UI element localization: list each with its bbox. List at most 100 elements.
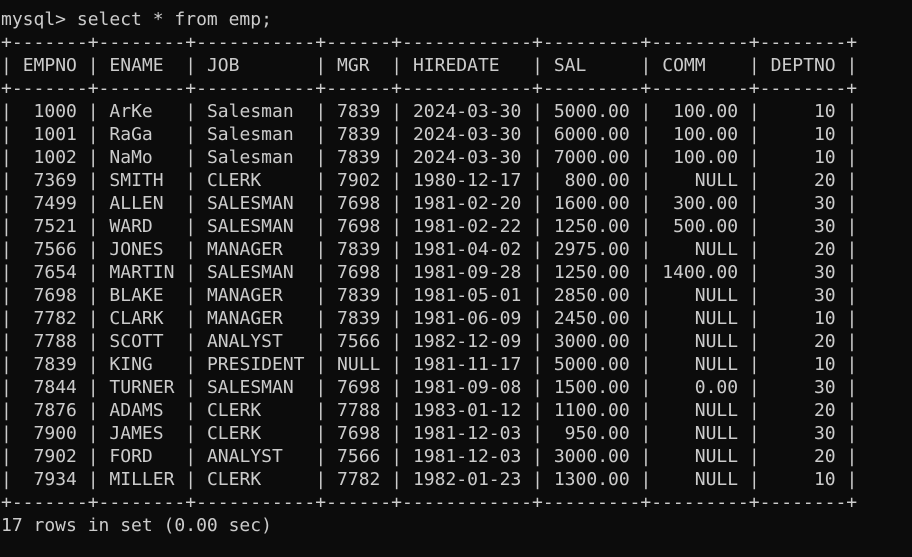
table-border: +-------+--------+-----------+------+---…	[1, 78, 858, 99]
cell-sal: 2450.00	[553, 308, 630, 329]
cell-job: SALESMAN	[206, 193, 305, 214]
table-row: | 7521 | WARD | SALESMAN | 7698 | 1981-0…	[1, 216, 858, 237]
cell-ename: SCOTT	[109, 331, 175, 352]
cell-deptno: 10	[770, 147, 836, 168]
cell-mgr: 7839	[337, 101, 381, 122]
cell-ename: NaMo	[109, 147, 175, 168]
cell-empno: 7902	[22, 446, 77, 467]
cell-hiredate: 1981-02-20	[412, 193, 522, 214]
cell-empno: 1002	[22, 147, 77, 168]
cell-comm: 500.00	[662, 216, 739, 237]
cell-job: CLERK	[206, 400, 305, 421]
cell-empno: 7369	[22, 170, 77, 191]
cell-hiredate: 1982-01-23	[412, 469, 522, 490]
cell-ename: FORD	[109, 446, 175, 467]
cell-ename: SMITH	[109, 170, 175, 191]
cell-comm: NULL	[662, 331, 739, 352]
cell-empno: 7934	[22, 469, 77, 490]
cell-comm: 100.00	[662, 101, 739, 122]
cell-mgr: 7566	[337, 331, 381, 352]
cell-sal: 1500.00	[553, 377, 630, 398]
cell-hiredate: 1980-12-17	[412, 170, 522, 191]
table-row: | 7900 | JAMES | CLERK | 7698 | 1981-12-…	[1, 423, 858, 444]
command-line: mysql> select * from emp;	[1, 8, 912, 31]
table-row: | 7876 | ADAMS | CLERK | 7788 | 1983-01-…	[1, 400, 858, 421]
cell-job: MANAGER	[206, 239, 305, 260]
table-border: +-------+--------+-----------+------+---…	[1, 32, 858, 53]
cell-ename: ArKe	[109, 101, 175, 122]
column-header-hiredate: HIREDATE	[412, 55, 522, 76]
cell-deptno: 20	[770, 400, 836, 421]
cell-deptno: 30	[770, 216, 836, 237]
cell-empno: 7900	[22, 423, 77, 444]
terminal-window[interactable]: mysql> select * from emp; +-------+-----…	[0, 0, 912, 557]
cell-empno: 7839	[22, 354, 77, 375]
cell-job: Salesman	[206, 147, 305, 168]
table-row: | 1001 | RaGa | Salesman | 7839 | 2024-0…	[1, 124, 858, 145]
cell-mgr: 7839	[337, 308, 381, 329]
command-text: select * from emp;	[76, 9, 272, 30]
cell-mgr: 7566	[337, 446, 381, 467]
cell-hiredate: 2024-03-30	[412, 147, 522, 168]
cell-comm: NULL	[662, 446, 739, 467]
cell-job: PRESIDENT	[206, 354, 305, 375]
cell-deptno: 10	[770, 354, 836, 375]
cell-mgr: 7782	[337, 469, 381, 490]
cell-ename: MILLER	[109, 469, 175, 490]
column-header-ename: ENAME	[109, 55, 175, 76]
cell-mgr: 7698	[337, 377, 381, 398]
cell-empno: 1000	[22, 101, 77, 122]
cell-deptno: 10	[770, 101, 836, 122]
cell-job: SALESMAN	[206, 216, 305, 237]
cell-deptno: 20	[770, 170, 836, 191]
result-table: +-------+--------+-----------+------+---…	[1, 31, 912, 514]
cell-deptno: 20	[770, 239, 836, 260]
cell-sal: 1600.00	[553, 193, 630, 214]
cell-deptno: 30	[770, 262, 836, 283]
cell-hiredate: 1981-12-03	[412, 446, 522, 467]
cell-sal: 950.00	[553, 423, 630, 444]
cell-sal: 3000.00	[553, 446, 630, 467]
cell-deptno: 20	[770, 331, 836, 352]
cell-ename: TURNER	[109, 377, 175, 398]
cell-job: MANAGER	[206, 285, 305, 306]
cell-hiredate: 1981-11-17	[412, 354, 522, 375]
cell-hiredate: 1981-09-08	[412, 377, 522, 398]
cell-hiredate: 1981-06-09	[412, 308, 522, 329]
cell-sal: 3000.00	[553, 331, 630, 352]
cell-job: SALESMAN	[206, 262, 305, 283]
cell-sal: 5000.00	[553, 354, 630, 375]
cell-hiredate: 2024-03-30	[412, 124, 522, 145]
cell-empno: 7876	[22, 400, 77, 421]
cell-empno: 7698	[22, 285, 77, 306]
cell-empno: 7654	[22, 262, 77, 283]
cell-comm: 0.00	[662, 377, 739, 398]
cell-ename: JONES	[109, 239, 175, 260]
cell-comm: 100.00	[662, 124, 739, 145]
cell-sal: 2850.00	[553, 285, 630, 306]
column-header-job: JOB	[206, 55, 305, 76]
cell-empno: 7499	[22, 193, 77, 214]
cell-empno: 7844	[22, 377, 77, 398]
cell-job: CLERK	[206, 469, 305, 490]
cell-hiredate: 2024-03-30	[412, 101, 522, 122]
cell-mgr: 7698	[337, 193, 381, 214]
cell-ename: ALLEN	[109, 193, 175, 214]
prompt: mysql>	[1, 9, 67, 30]
cell-mgr: 7839	[337, 285, 381, 306]
table-row: | 7839 | KING | PRESIDENT | NULL | 1981-…	[1, 354, 858, 375]
cell-sal: 6000.00	[553, 124, 630, 145]
cell-hiredate: 1981-09-28	[412, 262, 522, 283]
cell-empno: 7782	[22, 308, 77, 329]
table-row: | 7788 | SCOTT | ANALYST | 7566 | 1982-1…	[1, 331, 858, 352]
cell-ename: RaGa	[109, 124, 175, 145]
cell-hiredate: 1981-05-01	[412, 285, 522, 306]
cell-hiredate: 1983-01-12	[412, 400, 522, 421]
cell-hiredate: 1981-04-02	[412, 239, 522, 260]
cell-comm: NULL	[662, 354, 739, 375]
table-header-row: | EMPNO | ENAME | JOB | MGR | HIREDATE |…	[1, 55, 858, 76]
cell-mgr: 7698	[337, 216, 381, 237]
cell-comm: NULL	[662, 308, 739, 329]
cell-job: ANALYST	[206, 446, 305, 467]
cell-sal: 7000.00	[553, 147, 630, 168]
